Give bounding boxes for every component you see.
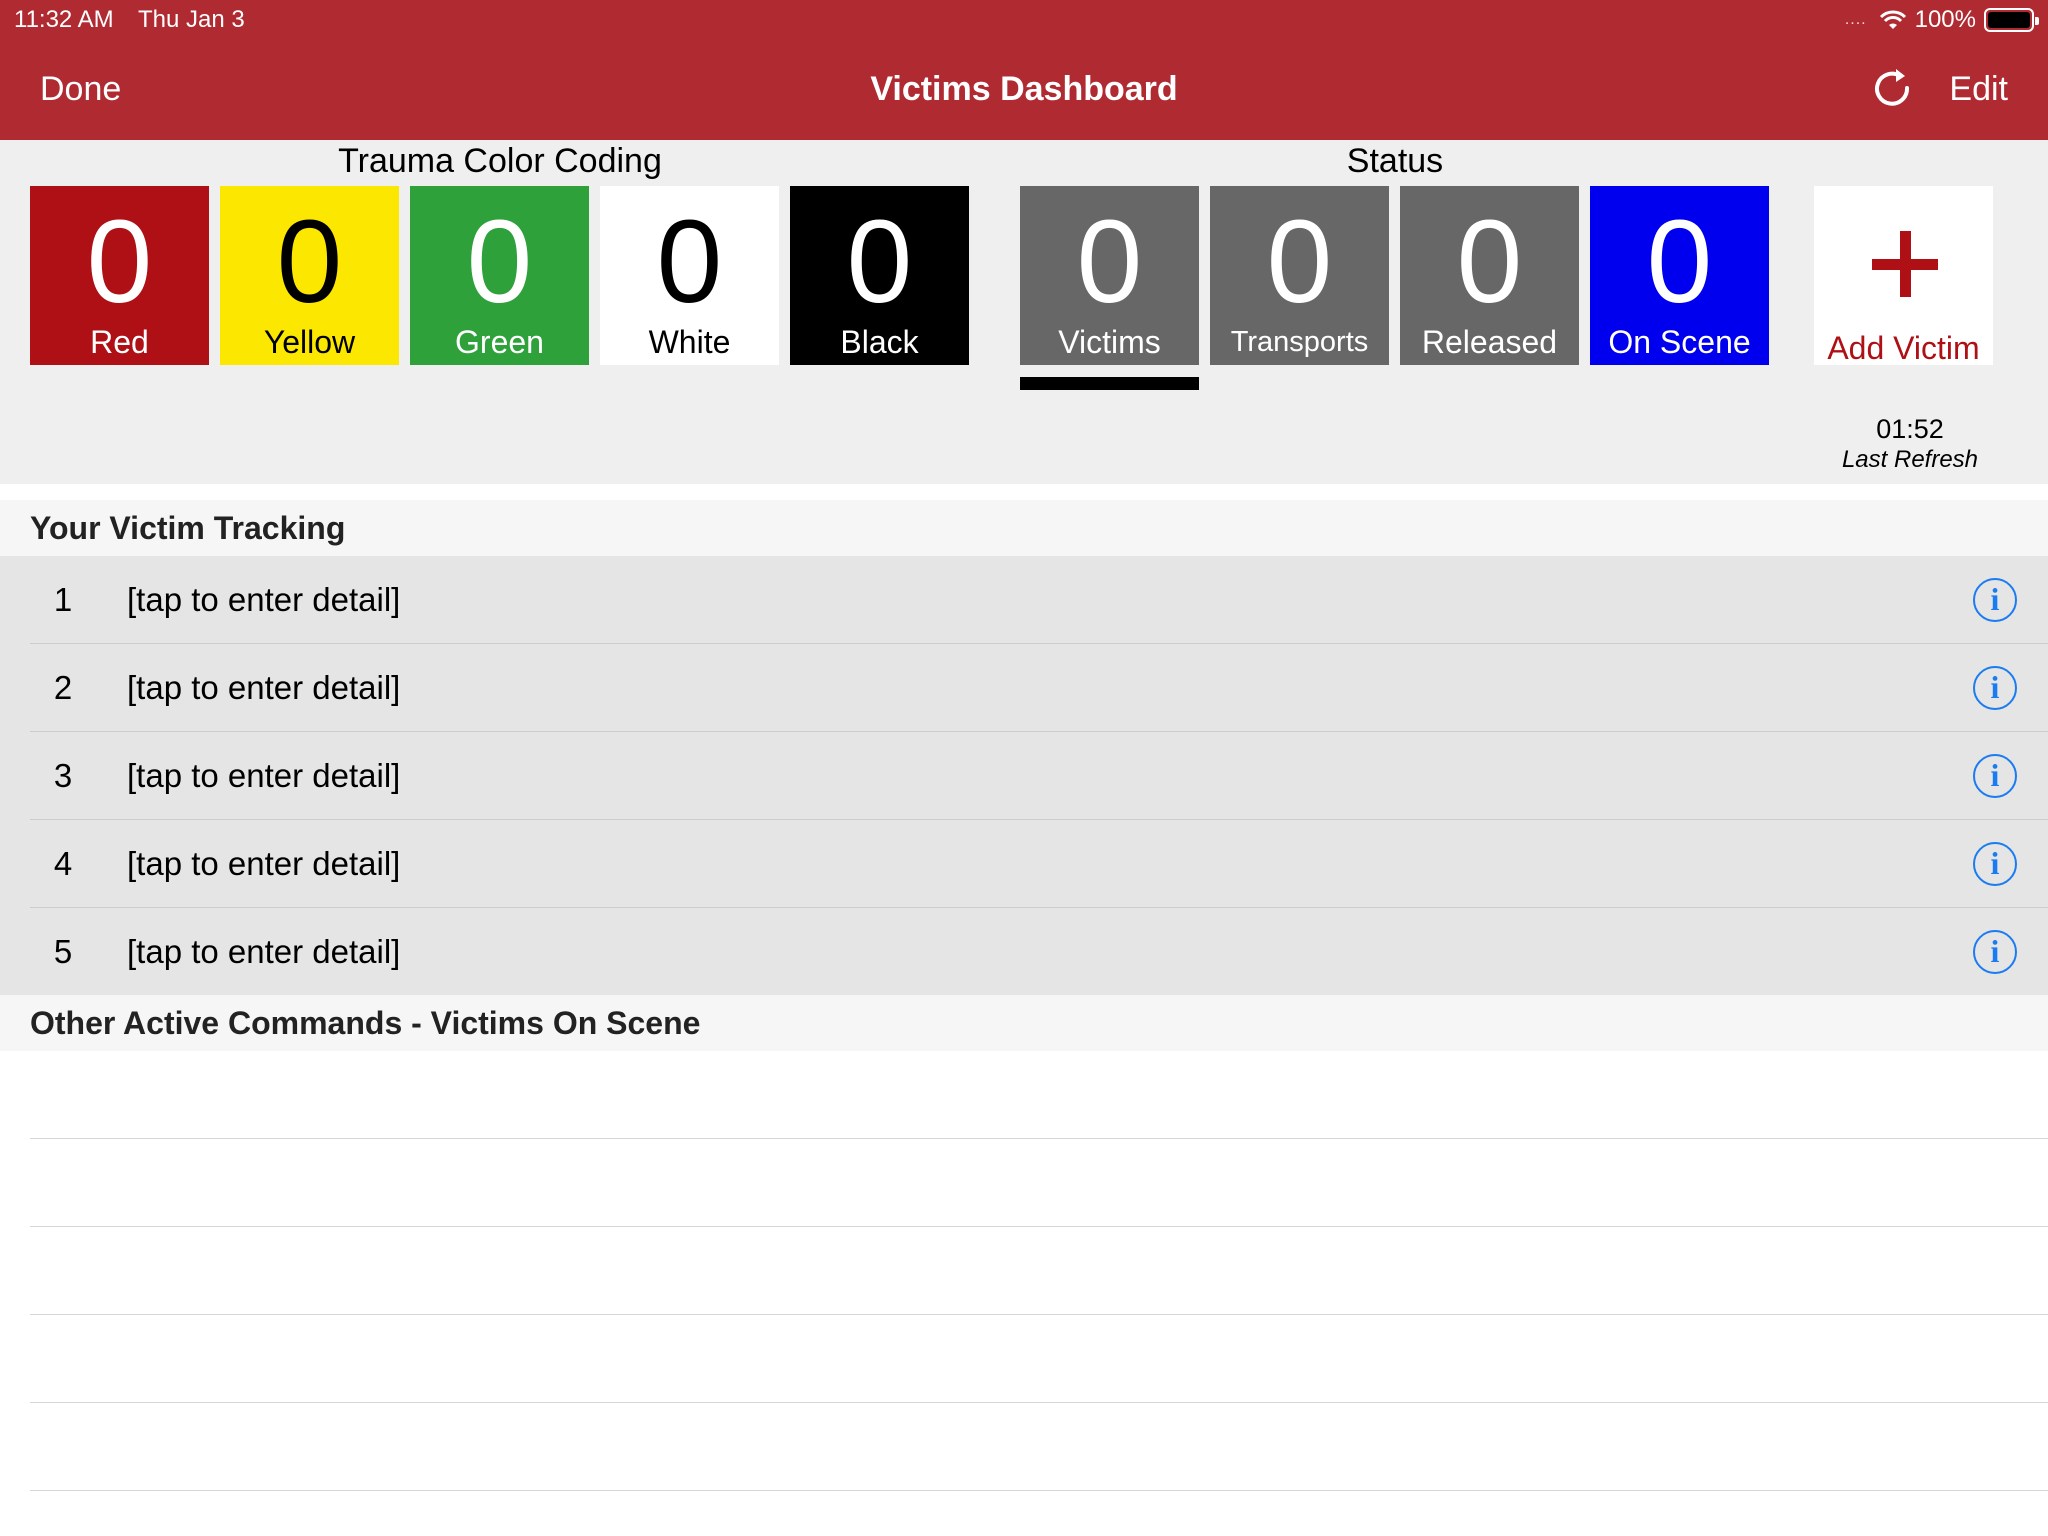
victim-tracking-list: 1 [tap to enter detail] i 2 [tap to ente… xyxy=(0,556,2048,996)
status-bar: 11:32 AM Thu Jan 3 .... 100% xyxy=(0,0,2048,40)
trauma-black-tile[interactable]: 0 Black xyxy=(790,186,969,365)
tracking-row[interactable]: 1 [tap to enter detail] i xyxy=(0,556,2048,644)
your-victim-tracking-header: Your Victim Tracking xyxy=(0,500,2048,556)
other-commands-list xyxy=(0,1051,2048,1491)
row-detail: [tap to enter detail] xyxy=(127,581,401,618)
info-icon[interactable]: i xyxy=(1973,930,2017,974)
trauma-yellow-tile[interactable]: 0 Yellow xyxy=(220,186,399,365)
trauma-red-tile[interactable]: 0 Red xyxy=(30,186,209,365)
trauma-white-tile[interactable]: 0 White xyxy=(600,186,779,365)
white-label: White xyxy=(648,324,731,360)
list-item xyxy=(0,1227,2048,1315)
red-count: 0 xyxy=(86,196,153,328)
status-time: 11:32 AM xyxy=(14,6,114,33)
refresh-icon[interactable] xyxy=(1870,66,1914,110)
summary-panel: Trauma Color Coding Status 0 Red 0 Yello… xyxy=(0,140,2048,484)
status-on-scene-tile[interactable]: 0 On Scene xyxy=(1590,186,1769,365)
info-icon[interactable]: i xyxy=(1973,578,2017,622)
status-indicators: .... 100% xyxy=(1844,6,2039,34)
other-active-commands-header: Other Active Commands - Victims On Scene xyxy=(0,995,2048,1051)
row-detail: [tap to enter detail] xyxy=(127,933,401,970)
row-number: 4 xyxy=(53,845,73,882)
on-scene-label: On Scene xyxy=(1608,324,1751,360)
row-detail: [tap to enter detail] xyxy=(127,757,401,794)
battery-icon xyxy=(1984,8,2039,32)
add-victim-label: Add Victim xyxy=(1827,330,1980,366)
trauma-green-tile[interactable]: 0 Green xyxy=(410,186,589,365)
tracking-row[interactable]: 5 [tap to enter detail] i xyxy=(0,908,2048,996)
status-label: Status xyxy=(1346,142,1444,180)
black-label: Black xyxy=(840,324,919,360)
row-number: 3 xyxy=(53,757,73,794)
row-number: 2 xyxy=(53,669,73,706)
row-detail: [tap to enter detail] xyxy=(127,845,401,882)
navigation-header: 11:32 AM Thu Jan 3 .... 100% Done Victim… xyxy=(0,0,2048,140)
last-refresh-time: 01:52 xyxy=(1876,414,1944,444)
tracking-row[interactable]: 4 [tap to enter detail] i xyxy=(0,820,2048,908)
plus-icon xyxy=(1872,231,1938,297)
list-item xyxy=(0,1051,2048,1139)
row-number: 1 xyxy=(53,581,73,618)
victims-label: Victims xyxy=(1058,324,1161,360)
red-label: Red xyxy=(90,324,149,360)
info-icon[interactable]: i xyxy=(1973,754,2017,798)
transports-count: 0 xyxy=(1266,196,1333,328)
yellow-count: 0 xyxy=(276,196,343,328)
list-item xyxy=(0,1403,2048,1491)
edit-button[interactable]: Edit xyxy=(1949,70,2008,109)
black-count: 0 xyxy=(846,196,913,328)
transports-label: Transports xyxy=(1230,326,1369,358)
on-scene-count: 0 xyxy=(1646,196,1713,328)
selected-tab-indicator xyxy=(1020,377,1199,390)
status-victims-tile[interactable]: 0 Victims xyxy=(1020,186,1199,365)
tracking-row[interactable]: 2 [tap to enter detail] i xyxy=(0,644,2048,732)
page-title: Victims Dashboard xyxy=(870,70,1178,108)
list-item xyxy=(0,1139,2048,1227)
green-label: Green xyxy=(455,324,544,360)
row-detail: [tap to enter detail] xyxy=(127,669,401,706)
tracking-row[interactable]: 3 [tap to enter detail] i xyxy=(0,732,2048,820)
status-transports-tile[interactable]: 0 Transports xyxy=(1210,186,1389,365)
last-refresh-label: Last Refresh xyxy=(1841,446,1979,473)
green-count: 0 xyxy=(466,196,533,328)
released-count: 0 xyxy=(1456,196,1523,328)
victims-dashboard-screen: 11:32 AM Thu Jan 3 .... 100% Done Victim… xyxy=(0,0,2048,1536)
trauma-color-coding-label: Trauma Color Coding xyxy=(338,142,662,180)
status-released-tile[interactable]: 0 Released xyxy=(1400,186,1579,365)
yellow-label: Yellow xyxy=(263,324,356,360)
signal-dots-icon: .... xyxy=(1844,11,1867,28)
add-victim-button[interactable]: Add Victim xyxy=(1814,186,1993,366)
released-label: Released xyxy=(1421,324,1558,360)
victims-count: 0 xyxy=(1076,196,1143,328)
row-number: 5 xyxy=(53,933,73,970)
battery-percent: 100% xyxy=(1914,6,1976,33)
status-date: Thu Jan 3 xyxy=(138,6,245,33)
wifi-icon xyxy=(1879,10,1906,29)
list-item xyxy=(0,1315,2048,1403)
info-icon[interactable]: i xyxy=(1973,666,2017,710)
info-icon[interactable]: i xyxy=(1973,842,2017,886)
white-count: 0 xyxy=(656,196,723,328)
done-button[interactable]: Done xyxy=(40,70,121,109)
